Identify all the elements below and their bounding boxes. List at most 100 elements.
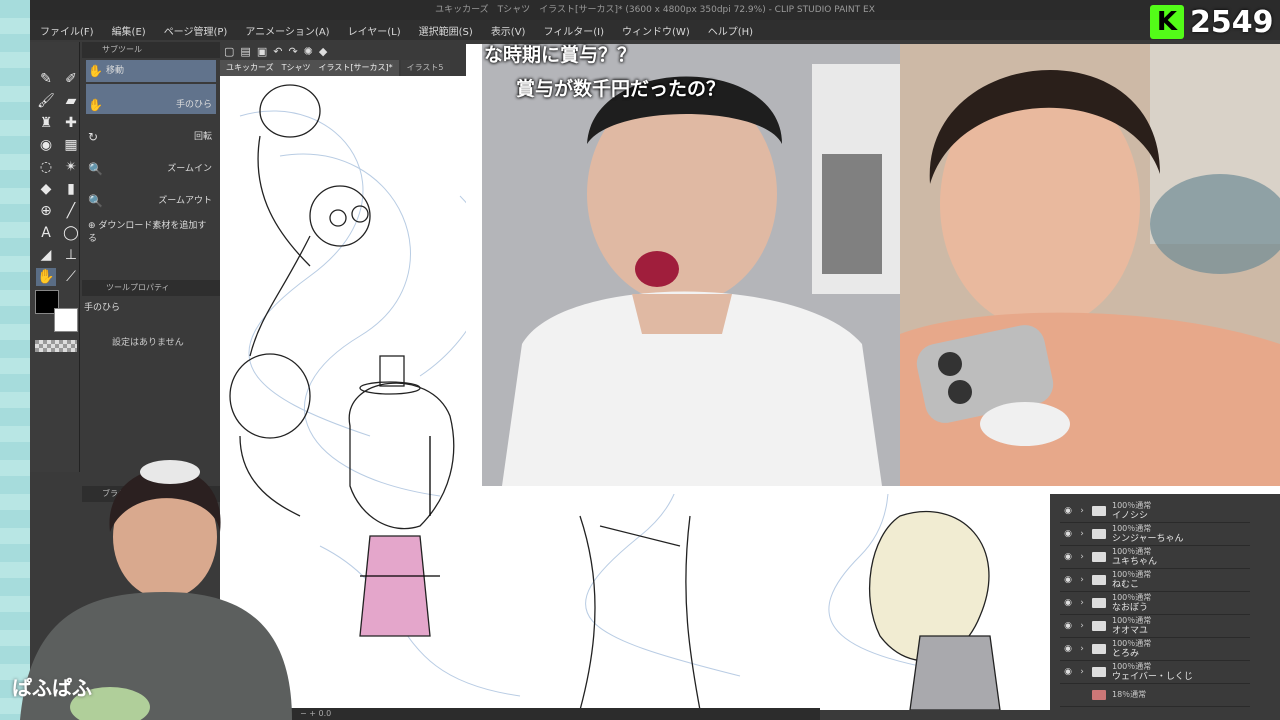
chevron-right-icon[interactable]: ›: [1076, 644, 1088, 654]
magnifier-icon: 🔍: [88, 194, 103, 208]
gradient-icon[interactable]: ▮: [61, 180, 81, 198]
redo-icon[interactable]: ↷: [288, 45, 297, 58]
pencil-icon[interactable]: ✐: [61, 70, 81, 88]
brush-icon[interactable]: 🖌: [36, 92, 56, 110]
menu-view[interactable]: 表示(V): [491, 23, 526, 38]
blend-icon[interactable]: ♜: [36, 114, 56, 132]
menu-animation[interactable]: アニメーション(A): [245, 23, 329, 38]
layer-row[interactable]: ◉ › 100％通常 なおぼう: [1060, 592, 1250, 615]
menu-window[interactable]: ウィンドウ(W): [622, 23, 690, 38]
ruler-icon[interactable]: ◢: [36, 246, 56, 264]
sub-tool-panel: サブツール ✋ 移動 ✋ 手のひら ↻ 回転 🔍 ズームイン 🔍 ズームアウト …: [82, 42, 220, 502]
sub-tool-hand[interactable]: ✋ 手のひら: [86, 84, 216, 114]
layer-mode: 100％通常: [1112, 662, 1152, 671]
fill-icon[interactable]: ◆: [319, 45, 327, 58]
layer-row[interactable]: ◉ › 100％通常 ねむこ: [1060, 569, 1250, 592]
layer-name: オオマユ: [1112, 626, 1149, 636]
hand-icon[interactable]: ✋: [36, 268, 56, 286]
layer-row[interactable]: ◉ › 100％通常 イノシシ: [1060, 500, 1250, 523]
sub-tool-label: 移動: [106, 66, 125, 76]
menu-bar: ファイル(F) 編集(E) ページ管理(P) アニメーション(A) レイヤー(L…: [30, 20, 1280, 40]
layer-name: ウェイバー・しくじ: [1112, 672, 1193, 682]
zoom-plus-icon[interactable]: +: [309, 709, 318, 718]
menu-selection[interactable]: 選択範囲(S): [419, 23, 473, 38]
layer-row[interactable]: ◉ › 100％通常 とろみ: [1060, 638, 1250, 661]
settings-icon[interactable]: ✺: [304, 45, 313, 58]
tool-palette: ✎ ✐ 🖌 ▰ ♜ ✚ ◉ ▦ ◌ ✴ ◆ ▮ ⊕ ╱ A ◯ ◢ ⊥ ✋ ⟋: [30, 42, 80, 472]
eye-icon[interactable]: ◉: [1060, 552, 1076, 562]
sub-tool-label: 手のひら: [175, 100, 212, 110]
menu-help[interactable]: ヘルプ(H): [708, 23, 753, 38]
layer-mode: 18％通常: [1112, 690, 1147, 699]
video-right-scene: [900, 44, 1280, 486]
transparent-swatch[interactable]: [35, 340, 77, 352]
pen-icon[interactable]: ✎: [36, 70, 56, 88]
tab-circus[interactable]: ユキッカーズ Tシャツ イラスト[サーカス]*: [220, 60, 399, 76]
viewer-badge: K 2549: [1150, 2, 1274, 42]
sub-tool-label: 回転: [193, 132, 212, 142]
save-icon[interactable]: ▣: [257, 45, 267, 58]
layer-row[interactable]: ◉ › 100％通常 ウェイバー・しくじ: [1060, 661, 1250, 684]
text-icon[interactable]: A: [36, 224, 56, 242]
chevron-right-icon[interactable]: ›: [1076, 667, 1088, 677]
lasso-icon[interactable]: ◌: [36, 158, 56, 176]
layer-panel: ◉ › 100％通常 イノシシ ◉ › 100％通常 シンジャーちゃん ◉ › 100％通…: [1060, 500, 1250, 720]
layer-row[interactable]: 18％通常: [1060, 684, 1250, 707]
folder-icon: [1092, 644, 1106, 654]
eye-icon[interactable]: ◉: [1060, 644, 1076, 654]
sub-tool-move[interactable]: ✋ 移動: [86, 60, 216, 82]
canvas-toolbar: ▢ ▤ ▣ ↶ ↷ ✺ ◆ ユキッカーズ Tシャツ イラスト[サーカス]* イラ…: [220, 42, 465, 76]
bucket-icon[interactable]: ◆: [36, 180, 56, 198]
eyedropper-icon[interactable]: ⟋: [61, 268, 81, 286]
layer-name: ねむこ: [1112, 580, 1140, 590]
zoom-value: 0.0: [318, 709, 332, 718]
operation-icon[interactable]: ⊕: [36, 202, 56, 220]
sub-tool-label: ズームアウト: [158, 196, 212, 206]
frame-icon[interactable]: ⊥: [61, 246, 81, 264]
tab-illust5[interactable]: イラスト5: [400, 60, 450, 76]
sub-tool-zoom-out[interactable]: 🔍 ズームアウト: [86, 180, 216, 210]
chevron-right-icon[interactable]: ›: [1076, 552, 1088, 562]
folder-icon: [1092, 529, 1106, 539]
layer-mode: 100％通常: [1112, 570, 1152, 579]
chevron-right-icon[interactable]: ›: [1076, 598, 1088, 608]
eraser-icon[interactable]: ▰: [61, 92, 81, 110]
layer-mode: 100％通常: [1112, 593, 1152, 602]
eye-icon[interactable]: ◉: [1060, 621, 1076, 631]
menu-page[interactable]: ページ管理(P): [164, 23, 228, 38]
eye-icon[interactable]: ◉: [1060, 667, 1076, 677]
open-icon[interactable]: ▤: [240, 45, 250, 58]
new-icon[interactable]: ▢: [224, 45, 234, 58]
eye-icon[interactable]: ◉: [1060, 575, 1076, 585]
menu-file[interactable]: ファイル(F): [40, 23, 94, 38]
sub-tool-rotate[interactable]: ↻ 回転: [86, 116, 216, 146]
layer-row[interactable]: ◉ › 100％通常 オオマユ: [1060, 615, 1250, 638]
balloon-icon[interactable]: ◯: [61, 224, 81, 242]
eye-icon[interactable]: ◉: [1060, 529, 1076, 539]
menu-edit[interactable]: 編集(E): [112, 23, 146, 38]
chevron-right-icon[interactable]: ›: [1076, 506, 1088, 516]
layer-row[interactable]: ◉ › 100％通常 シンジャーちゃん: [1060, 523, 1250, 546]
layer-name: ユキちゃん: [1112, 557, 1158, 567]
wand-icon[interactable]: ✴: [61, 158, 81, 176]
layer-mode: 100％通常: [1112, 616, 1152, 625]
move-icon[interactable]: ✚: [61, 114, 81, 132]
grid-icon[interactable]: ▦: [61, 136, 81, 154]
undo-icon[interactable]: ↶: [273, 45, 282, 58]
chevron-right-icon[interactable]: ›: [1076, 621, 1088, 631]
eye-icon[interactable]: ◉: [1060, 598, 1076, 608]
tool-property-empty: 設定はありません: [112, 338, 184, 348]
chevron-right-icon[interactable]: ›: [1076, 575, 1088, 585]
caption-line-1: な時期に賞与？？: [484, 44, 637, 66]
chevron-right-icon[interactable]: ›: [1076, 529, 1088, 539]
sub-color-swatch[interactable]: [54, 308, 78, 332]
menu-layer[interactable]: レイヤー(L): [348, 23, 401, 38]
zoom-minus-icon[interactable]: −: [300, 709, 309, 718]
sub-tool-zoom-in[interactable]: 🔍 ズームイン: [86, 148, 216, 178]
layer-row[interactable]: ◉ › 100％通常 ユキちゃん: [1060, 546, 1250, 569]
line-icon[interactable]: ╱: [61, 202, 81, 220]
menu-filter[interactable]: フィルター(I): [543, 23, 604, 38]
video-left-scene: [482, 44, 900, 486]
fill-icon[interactable]: ◉: [36, 136, 56, 154]
eye-icon[interactable]: ◉: [1060, 506, 1076, 516]
